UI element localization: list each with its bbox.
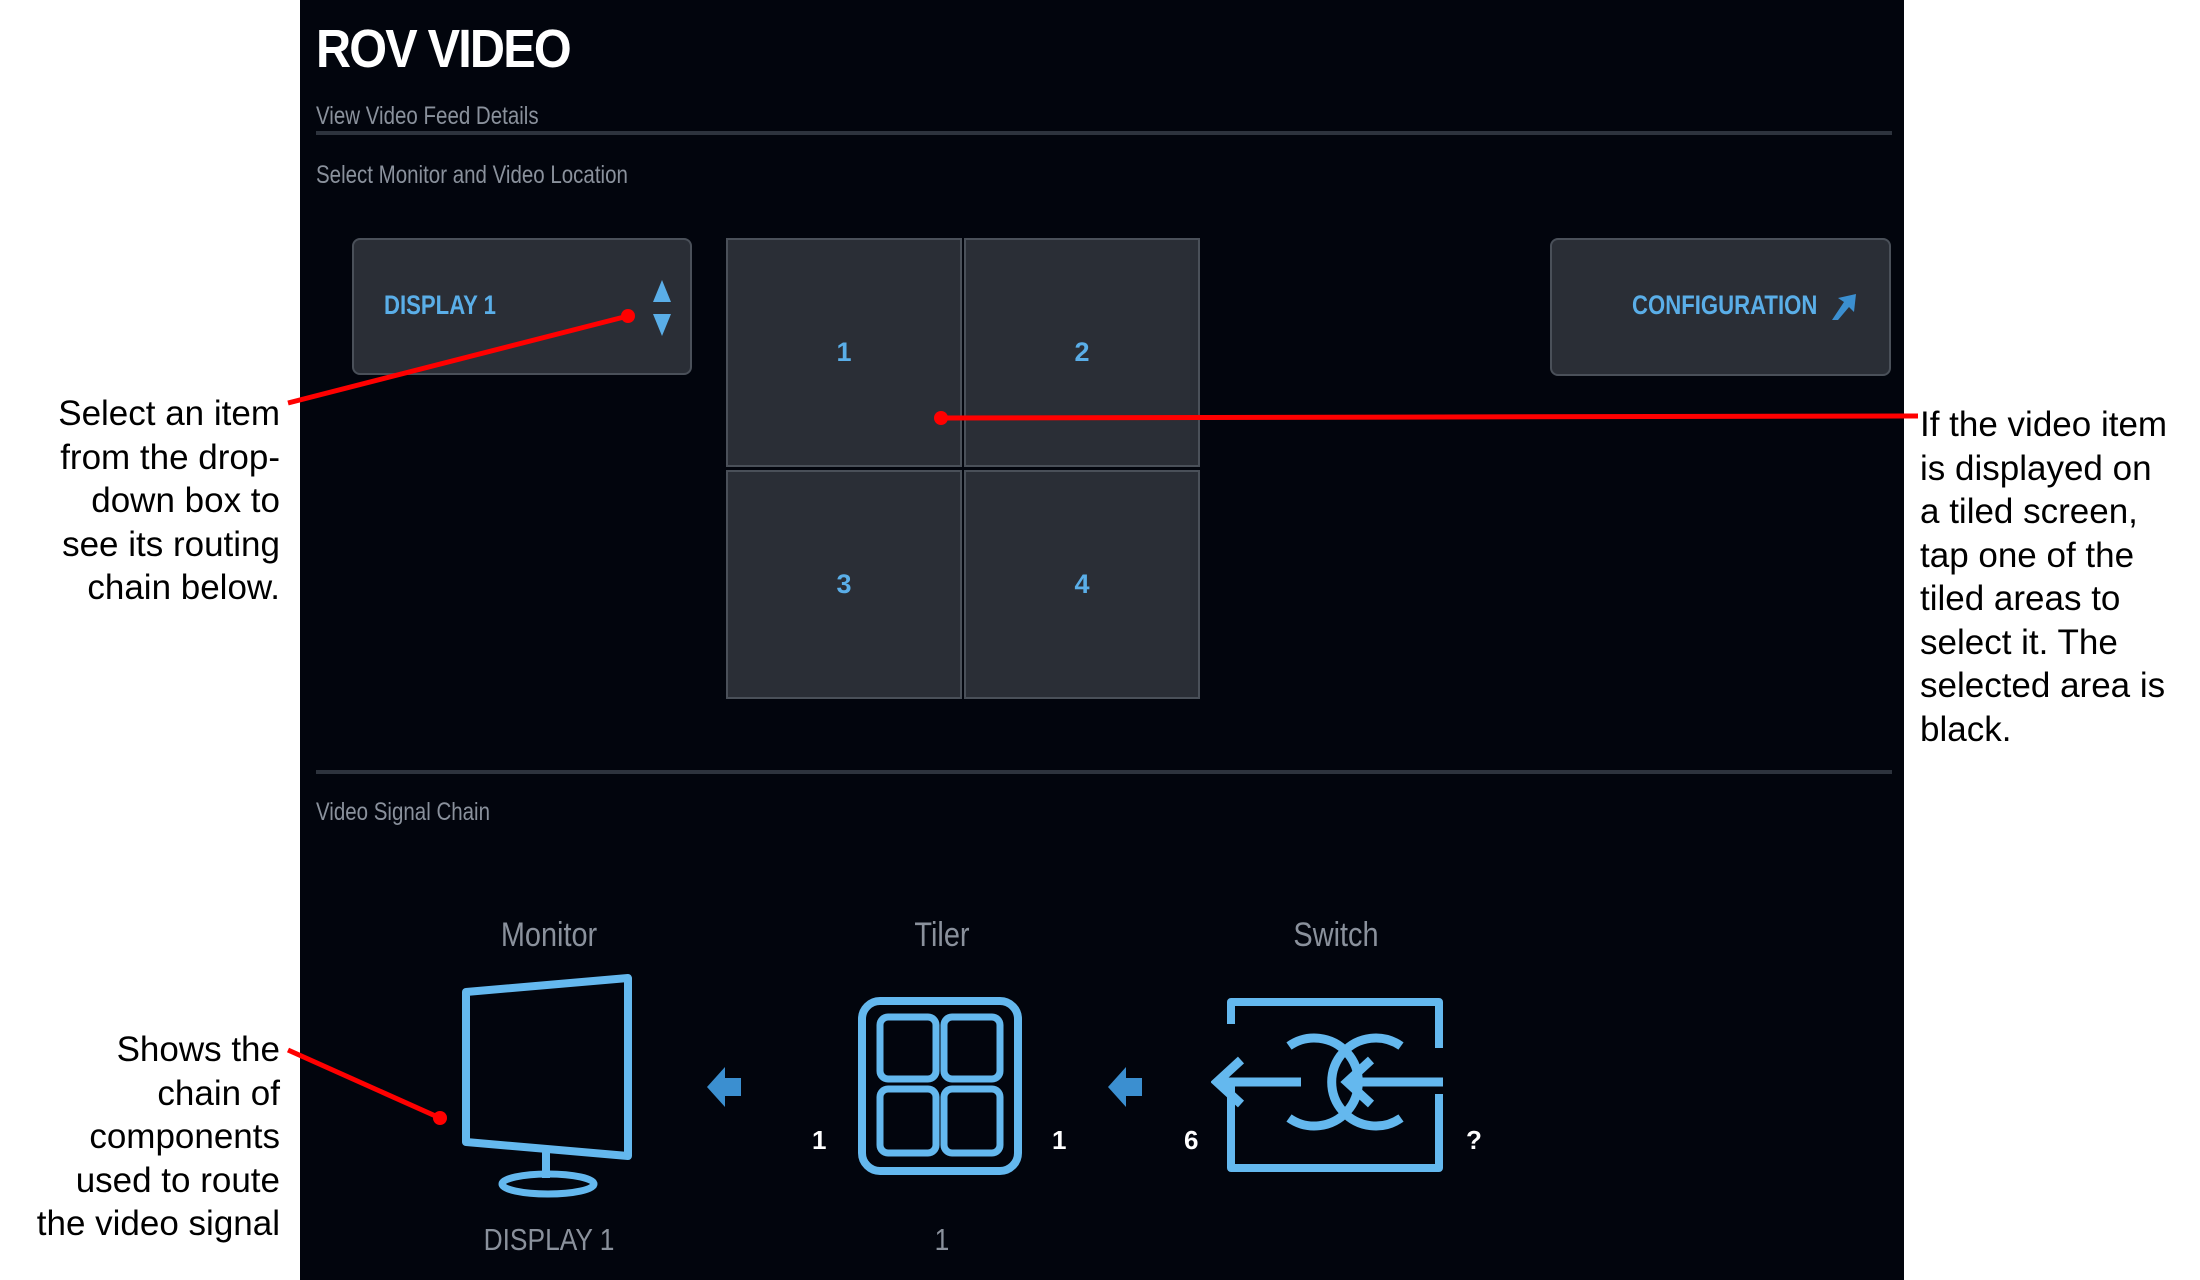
callout-dot-dropdown <box>621 309 635 323</box>
callout-line-dropdown <box>287 313 629 406</box>
annotation-lines <box>286 309 1919 1125</box>
callout-line-tile <box>940 413 1919 421</box>
callout-dot-tile <box>934 411 948 425</box>
callout-line-chain <box>286 1047 442 1121</box>
callout-dot-chain <box>433 1111 447 1125</box>
